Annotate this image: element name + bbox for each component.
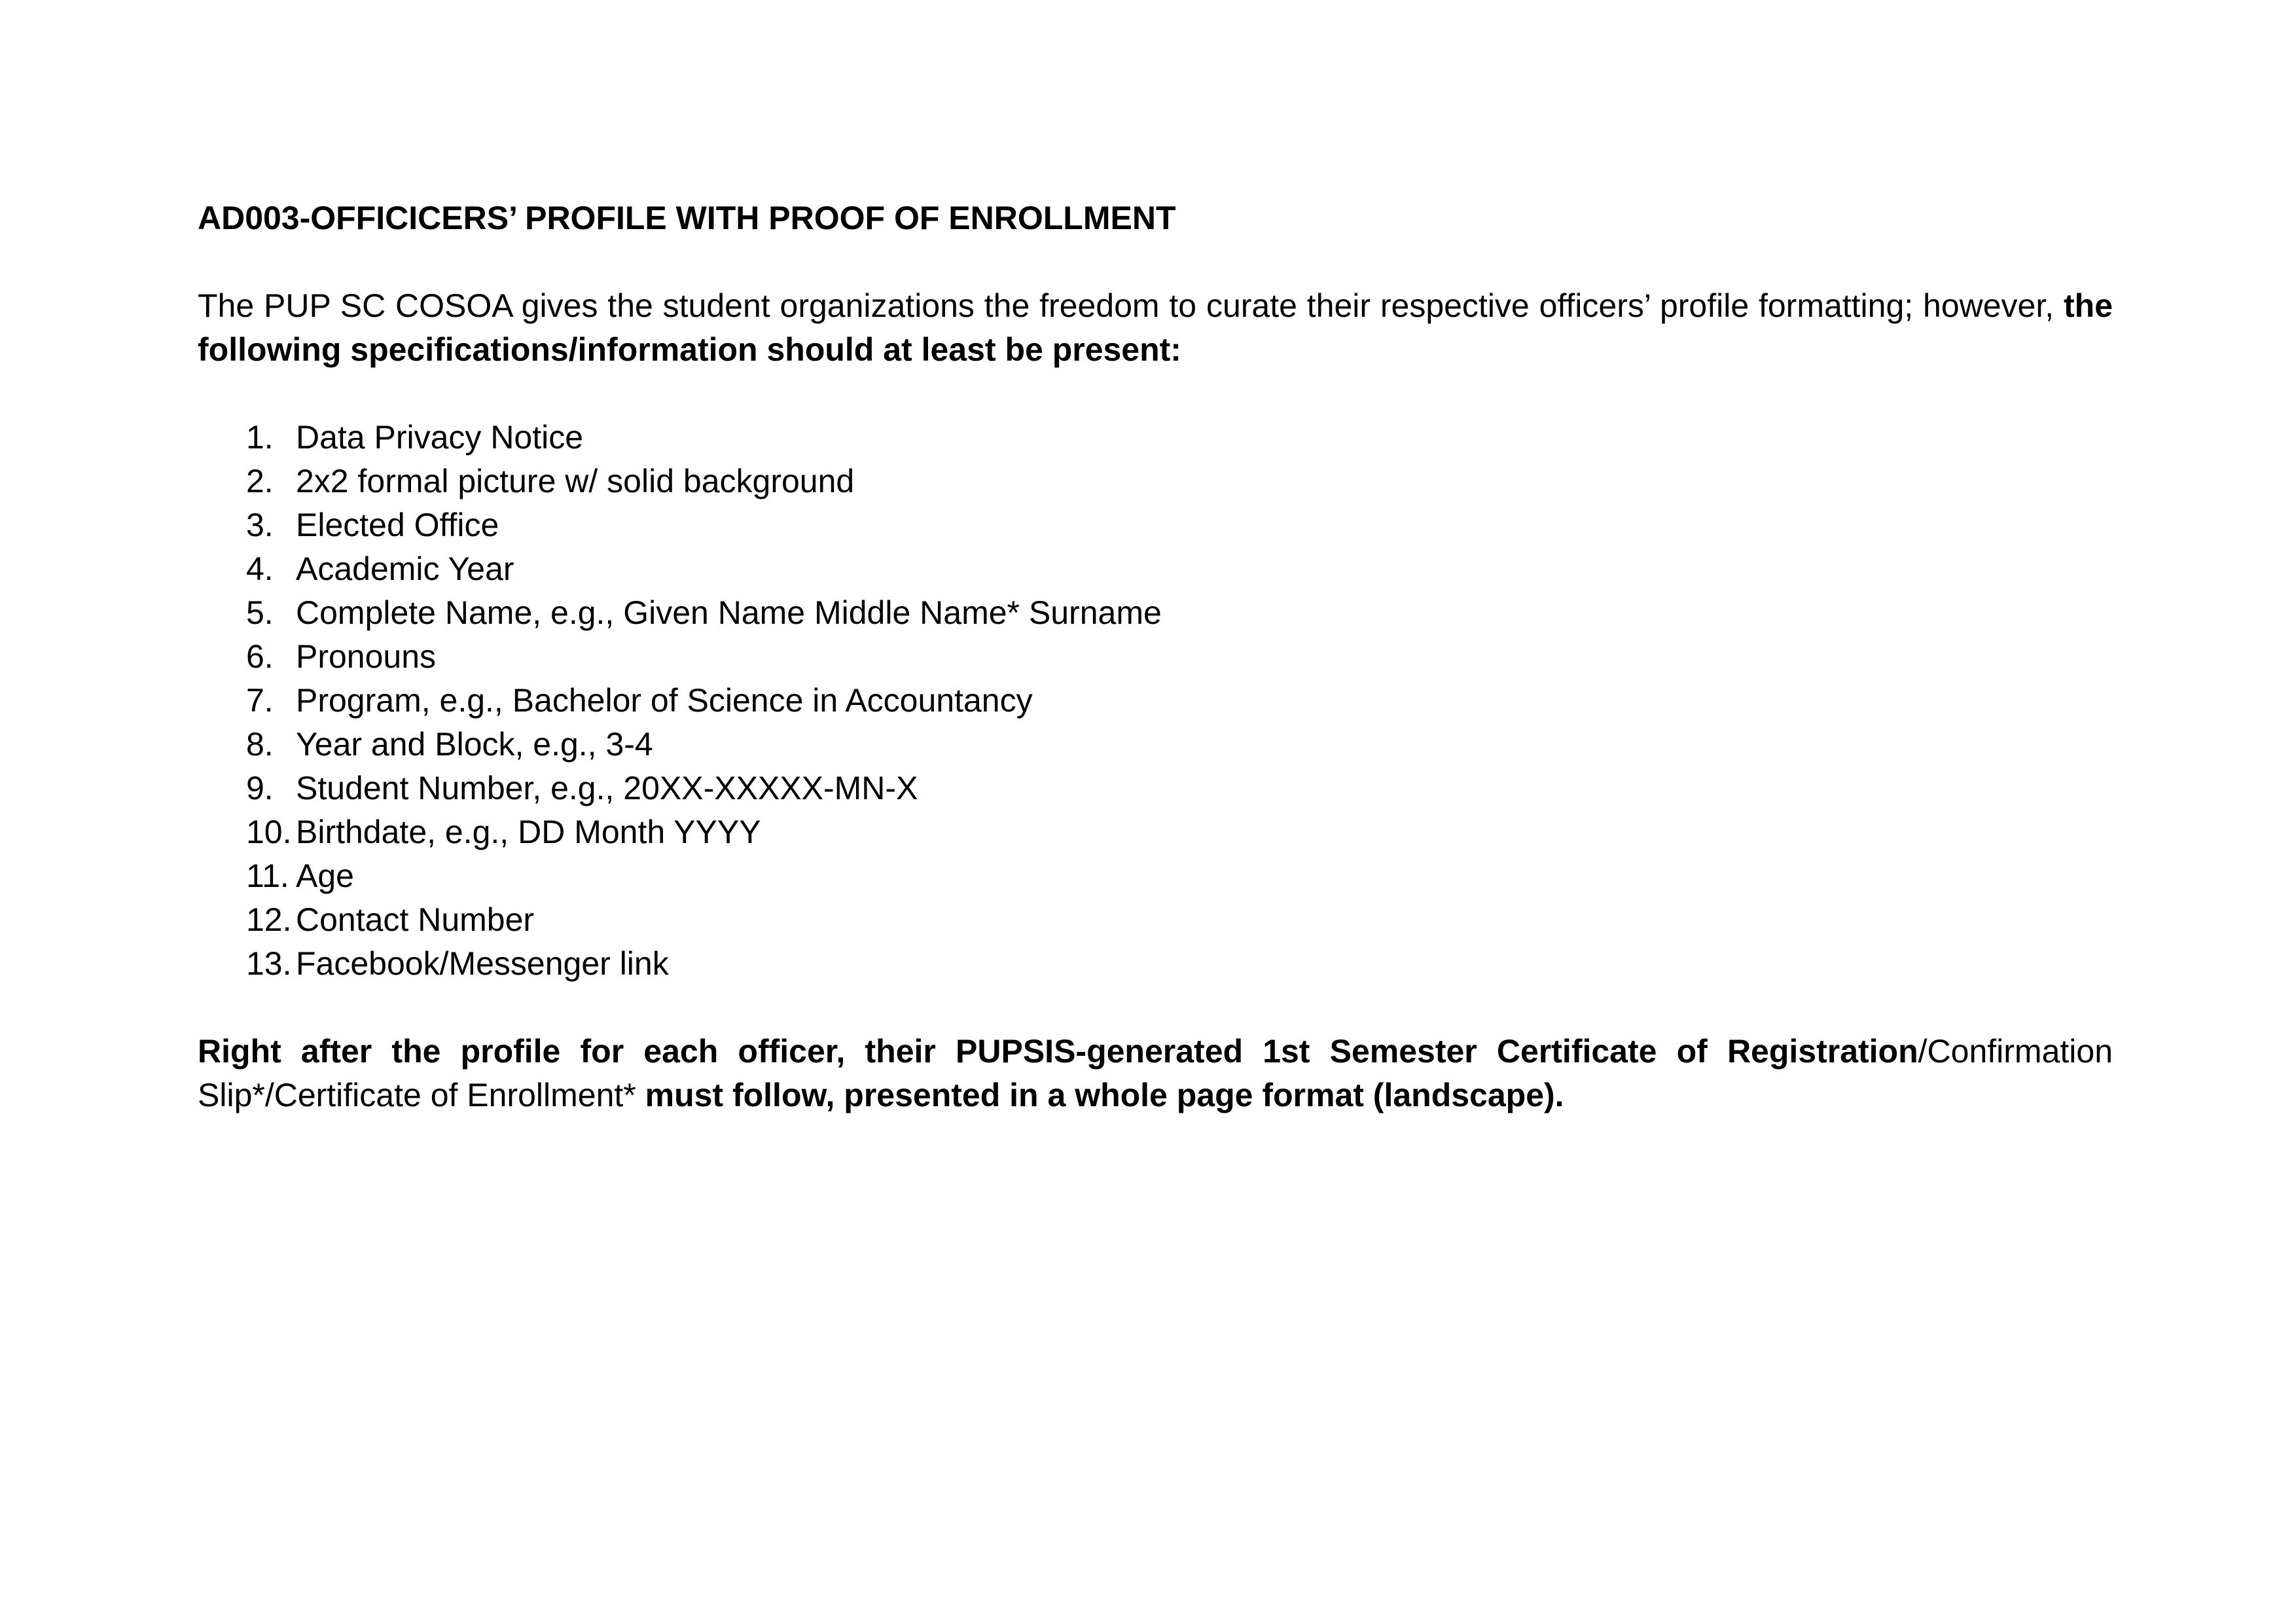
closing-bold-text-end: must follow, presented in a whole page f… xyxy=(645,1077,1564,1113)
list-item: 5. Complete Name, e.g., Given Name Middle… xyxy=(198,591,2113,635)
intro-text: The PUP SC COSOA gives the student organ… xyxy=(198,287,2064,324)
list-item-text: Year and Block, e.g., 3-4 xyxy=(296,726,653,763)
list-item-text: Facebook/Messenger link xyxy=(296,945,669,982)
list-item: 8. Year and Block, e.g., 3-4 xyxy=(198,723,2113,767)
list-item-number: 9. xyxy=(246,770,274,806)
list-item-number: 13. xyxy=(246,945,292,982)
list-item: 2. 2x2 formal picture w/ solid background xyxy=(198,460,2113,503)
list-item: 10. Birthdate, e.g., DD Month YYYY xyxy=(198,810,2113,854)
list-item: 13. Facebook/Messenger link xyxy=(198,942,2113,986)
list-item: 11. Age xyxy=(198,854,2113,898)
document-page: AD003-OFFICICERS’ PROFILE WITH PROOF OF … xyxy=(0,0,2296,1624)
list-item-text: Contact Number xyxy=(296,901,535,938)
list-item-text: Academic Year xyxy=(296,550,514,587)
closing-paragraph: Right after the profile for each officer… xyxy=(198,1030,2113,1117)
list-item-text: Age xyxy=(296,857,354,894)
list-item-number: 2. xyxy=(246,463,274,499)
list-item: 9. Student Number, e.g., 20XX-XXXXX-MN-X xyxy=(198,767,2113,810)
requirements-list: 1. Data Privacy Notice 2. 2x2 formal pictu… xyxy=(198,416,2113,986)
list-item-text: Student Number, e.g., 20XX-XXXXX-MN-X xyxy=(296,770,918,806)
list-item-text: Data Privacy Notice xyxy=(296,419,584,456)
list-item-number: 8. xyxy=(246,726,274,763)
list-item-text: 2x2 formal picture w/ solid background xyxy=(296,463,855,499)
list-item-number: 7. xyxy=(246,682,274,719)
list-item-number: 3. xyxy=(246,507,274,543)
list-item-text: Complete Name, e.g., Given Name Middle N… xyxy=(296,594,1162,631)
list-item-text: Birthdate, e.g., DD Month YYYY xyxy=(296,814,761,850)
list-item: 6. Pronouns xyxy=(198,635,2113,679)
document-title: AD003-OFFICICERS’ PROFILE WITH PROOF OF … xyxy=(198,200,1176,236)
list-item-number: 10. xyxy=(246,814,292,850)
list-item-number: 12. xyxy=(246,901,292,938)
list-item: 1. Data Privacy Notice xyxy=(198,416,2113,460)
list-item: 7. Program, e.g., Bachelor of Science in … xyxy=(198,679,2113,723)
list-item-number: 1. xyxy=(246,419,274,456)
closing-bold-text: Right after the profile for each officer… xyxy=(198,1033,1918,1070)
list-item: 12. Contact Number xyxy=(198,898,2113,942)
list-item-text: Pronouns xyxy=(296,638,437,675)
list-item-number: 4. xyxy=(246,550,274,587)
list-item-number: 11. xyxy=(246,857,289,894)
list-item-number: 5. xyxy=(246,594,274,631)
document-body: AD003-OFFICICERS’ PROFILE WITH PROOF OF … xyxy=(198,196,2113,1117)
list-item-text: Program, e.g., Bachelor of Science in Ac… xyxy=(296,682,1033,719)
list-item: 3. Elected Office xyxy=(198,503,2113,547)
intro-paragraph: The PUP SC COSOA gives the student organ… xyxy=(198,284,2113,372)
list-item: 4. Academic Year xyxy=(198,547,2113,591)
list-item-text: Elected Office xyxy=(296,507,499,543)
list-item-number: 6. xyxy=(246,638,274,675)
